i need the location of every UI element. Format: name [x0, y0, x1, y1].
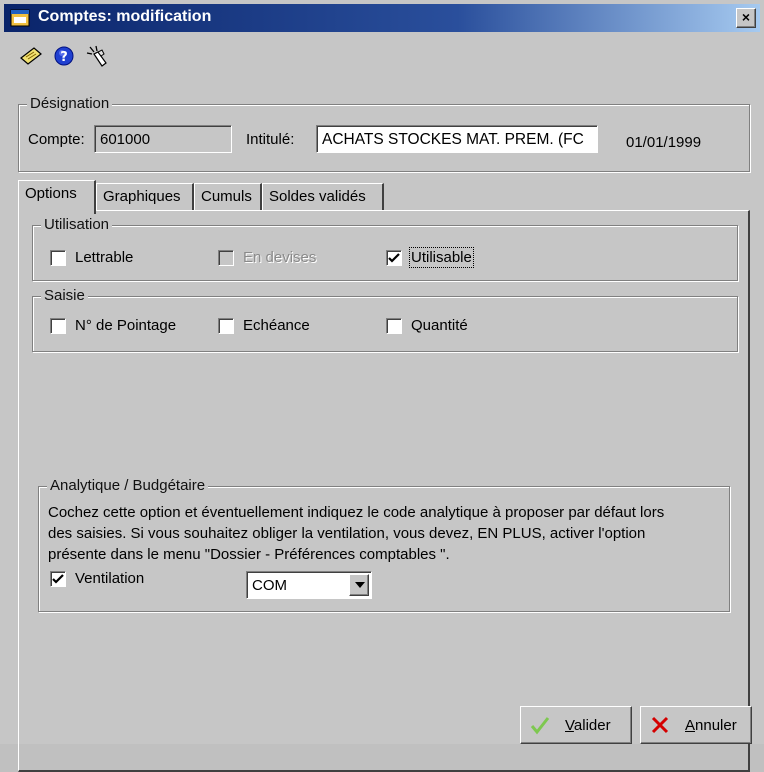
date-value: 01/01/1999	[626, 134, 702, 151]
designation-legend: Désignation	[27, 95, 113, 112]
checkbox-box[interactable]	[386, 317, 402, 334]
annuler-mnemonic: A	[685, 716, 696, 734]
echeance-checkbox[interactable]: Echéance	[218, 317, 310, 334]
analytique-description: Cochez cette option et éventuellement in…	[48, 502, 728, 565]
en-devises-label: En devises	[243, 249, 317, 266]
tab-options-label: Options	[25, 185, 77, 202]
checkbox-box[interactable]	[50, 570, 66, 587]
saisie-legend: Saisie	[41, 287, 88, 304]
utilisable-label: Utilisable	[409, 247, 474, 268]
close-icon: ×	[741, 9, 751, 25]
description-line: Cochez cette option et éventuellement in…	[48, 504, 665, 521]
code-analytique-select[interactable]: COM	[246, 571, 372, 599]
tab-soldes-valides-label: Soldes validés	[269, 188, 366, 205]
compte-field[interactable]: 601000	[94, 125, 232, 153]
compte-label: Compte:	[28, 131, 85, 148]
tab-cumuls[interactable]: Cumuls	[194, 183, 262, 211]
lettrable-checkbox[interactable]: Lettrable	[50, 249, 133, 266]
tab-graphiques-label: Graphiques	[103, 188, 181, 205]
echeance-label: Echéance	[243, 317, 310, 334]
chevron-down-icon	[355, 582, 365, 588]
tab-options[interactable]: Options	[18, 180, 96, 214]
valider-mnemonic: V	[565, 716, 574, 734]
en-devises-checkbox: En devises	[218, 249, 316, 266]
checkbox-box[interactable]	[218, 317, 234, 334]
checkmark-icon	[388, 252, 400, 263]
help-icon[interactable]: ?	[52, 44, 78, 68]
checkbox-box[interactable]	[50, 249, 66, 266]
valider-label: alider	[573, 716, 611, 734]
analytique-legend: Analytique / Budgétaire	[47, 477, 209, 494]
checkbox-box[interactable]	[386, 249, 402, 266]
dialog-window: Comptes: modification × ? Désignation Co…	[0, 0, 764, 772]
checkmark-icon	[530, 717, 550, 735]
svg-text:?: ?	[60, 50, 68, 65]
utilisation-legend: Utilisation	[41, 216, 113, 233]
quantite-label: Quantité	[411, 317, 468, 334]
intitule-label: Intitulé:	[246, 131, 295, 148]
annuler-button[interactable]: Annuler	[640, 706, 752, 744]
description-line: présente dans le menu "Dossier - Préfére…	[48, 546, 450, 563]
tab-soldes-valides[interactable]: Soldes validés	[262, 183, 384, 211]
window-icon	[10, 9, 30, 27]
tab-graphiques[interactable]: Graphiques	[96, 183, 194, 211]
pointage-checkbox[interactable]: N° de Pointage	[50, 317, 176, 334]
utilisable-checkbox[interactable]: Utilisable	[386, 247, 474, 268]
quantite-checkbox[interactable]: Quantité	[386, 317, 468, 334]
description-line: des saisies. Si vous souhaitez obliger l…	[48, 525, 646, 542]
note-icon[interactable]	[18, 44, 44, 68]
code-analytique-value: COM	[252, 577, 287, 594]
utilisation-group: Utilisation	[32, 216, 738, 281]
magic-icon[interactable]	[84, 44, 110, 68]
checkmark-icon	[52, 573, 64, 584]
annuler-label: nnuler	[695, 716, 737, 734]
lettrable-label: Lettrable	[75, 249, 134, 266]
intitule-field[interactable]: ACHATS STOCKES MAT. PREM. (FC	[316, 125, 598, 153]
checkbox-box[interactable]	[50, 317, 66, 334]
close-button[interactable]: ×	[736, 8, 756, 28]
ventilation-label: Ventilation	[75, 570, 145, 587]
pointage-label: N° de Pointage	[75, 317, 177, 334]
cross-icon	[651, 716, 669, 734]
window-title: Comptes: modification	[38, 8, 212, 25]
title-bar[interactable]: Comptes: modification ×	[4, 4, 760, 32]
ventilation-checkbox[interactable]: Ventilation	[50, 570, 144, 587]
checkbox-box	[218, 249, 234, 266]
tab-cumuls-label: Cumuls	[201, 188, 252, 205]
valider-button[interactable]: Valider	[520, 706, 632, 744]
dropdown-button[interactable]	[349, 574, 369, 596]
